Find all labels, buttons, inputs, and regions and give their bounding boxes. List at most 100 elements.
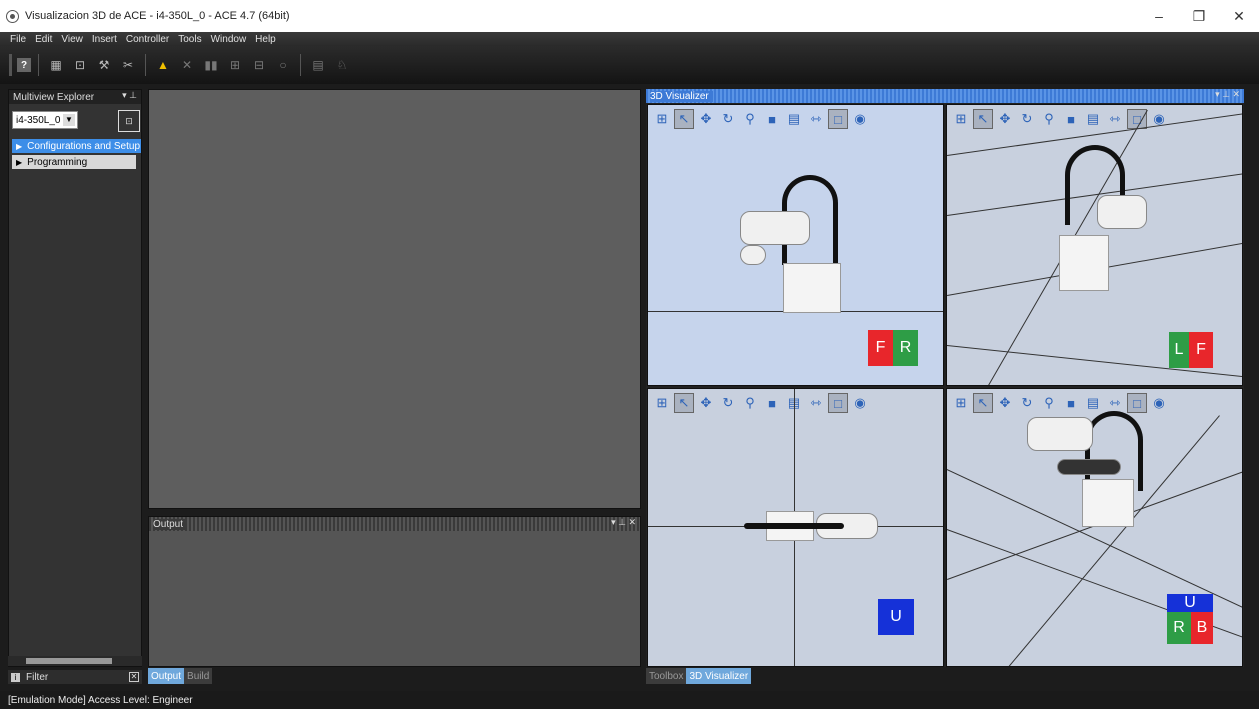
- frame-icon[interactable]: □: [828, 393, 848, 413]
- minimize-button[interactable]: –: [1139, 0, 1179, 32]
- toolbar-separator: [145, 54, 146, 76]
- title-bar: Visualizacion 3D de ACE - i4-350L_0 - AC…: [0, 0, 1259, 32]
- chevron-down-icon[interactable]: ▼: [63, 114, 75, 126]
- pan-icon[interactable]: ✥: [696, 109, 716, 129]
- select-pointer-icon[interactable]: ↖: [973, 109, 993, 129]
- robot-icon[interactable]: ♘: [332, 55, 352, 75]
- properties-icon[interactable]: ▤: [1083, 393, 1103, 413]
- 3d-view-icon[interactable]: ▦: [46, 55, 66, 75]
- camera-icon[interactable]: ◉: [850, 109, 870, 129]
- multiview-explorer-panel: Multiview Explorer ▾ ⊥ i4-350L_0 ▼ ⊡ ▶ C…: [8, 89, 142, 667]
- explorer-pin-controls[interactable]: ▾ ⊥: [122, 90, 137, 101]
- frame-icon[interactable]: □: [1127, 393, 1147, 413]
- menu-tools[interactable]: Tools: [178, 34, 201, 45]
- view-cube[interactable]: U: [878, 599, 914, 635]
- sync-icon[interactable]: ○: [273, 55, 293, 75]
- tree-item-programming[interactable]: ▶ Programming: [12, 155, 136, 169]
- cube-view-icon[interactable]: ■: [1061, 109, 1081, 129]
- robot-arm: [1097, 195, 1147, 229]
- cube-face: B: [1191, 612, 1213, 644]
- measure-icon[interactable]: ⇿: [806, 393, 826, 413]
- rotate-icon[interactable]: ↻: [1017, 393, 1037, 413]
- robot-arm-link: [1057, 459, 1121, 475]
- viewport-front[interactable]: ⊞ ↖ ✥ ↻ ⚲ ■ ▤ ⇿ □ ◉ F R: [647, 104, 944, 386]
- restore-button[interactable]: ❐: [1179, 0, 1219, 32]
- menu-window[interactable]: Window: [211, 34, 247, 45]
- view-cube[interactable]: L F: [1169, 332, 1213, 368]
- scrollbar-thumb[interactable]: [26, 658, 112, 664]
- tab-3d-visualizer[interactable]: 3D Visualizer: [686, 668, 752, 684]
- zoom-icon[interactable]: ⚲: [740, 109, 760, 129]
- cube-face: F: [868, 330, 893, 366]
- measure-icon[interactable]: ⇿: [806, 109, 826, 129]
- status-text: [Emulation Mode] Access Level: Engineer: [8, 694, 193, 706]
- warning-icon[interactable]: ▲: [153, 55, 173, 75]
- menu-controller[interactable]: Controller: [126, 34, 169, 45]
- pan-icon[interactable]: ✥: [995, 393, 1015, 413]
- cube-view-icon[interactable]: ■: [762, 109, 782, 129]
- measure-icon[interactable]: ⇿: [1105, 109, 1125, 129]
- explorer-horizontal-scrollbar[interactable]: [8, 656, 142, 666]
- viewport-toolbar: ⊞ ↖ ✥ ↻ ⚲ ■ ▤ ⇿ □ ◉: [951, 393, 1169, 413]
- measure-icon[interactable]: ⇿: [1105, 393, 1125, 413]
- visualizer-pin-controls[interactable]: ▾ ⊥ ✕: [1215, 89, 1240, 100]
- window-layout-icon[interactable]: ⊡: [70, 55, 90, 75]
- layout-grid-icon[interactable]: ⊞: [652, 109, 672, 129]
- tools-icon[interactable]: ✂: [118, 55, 138, 75]
- pan-icon[interactable]: ✥: [696, 393, 716, 413]
- disabled-tool-icon[interactable]: ✕: [177, 55, 197, 75]
- viewport-iso-left[interactable]: ⊞ ↖ ✥ ↻ ⚲ ■ ▤ ⇿ □ ◉ L F: [946, 104, 1243, 386]
- device-select[interactable]: i4-350L_0 ▼: [12, 111, 78, 129]
- rotate-icon[interactable]: ↻: [718, 393, 738, 413]
- explorer-filter-bar[interactable]: i Filter ✕: [8, 670, 142, 684]
- select-pointer-icon[interactable]: ↖: [674, 109, 694, 129]
- viewport-toolbar: ⊞ ↖ ✥ ↻ ⚲ ■ ▤ ⇿ □ ◉: [652, 393, 870, 413]
- toolbar-grip[interactable]: [9, 54, 12, 76]
- close-button[interactable]: ✕: [1219, 0, 1259, 32]
- layout-grid-icon[interactable]: ⊞: [951, 393, 971, 413]
- select-pointer-icon[interactable]: ↖: [973, 393, 993, 413]
- menu-file[interactable]: File: [10, 34, 26, 45]
- menu-help[interactable]: Help: [255, 34, 276, 45]
- cube-view-icon[interactable]: ■: [762, 393, 782, 413]
- menu-edit[interactable]: Edit: [35, 34, 52, 45]
- viewport-iso-right[interactable]: ⊞ ↖ ✥ ↻ ⚲ ■ ▤ ⇿ □ ◉ U R B: [946, 388, 1243, 667]
- select-pointer-icon[interactable]: ↖: [674, 393, 694, 413]
- zoom-icon[interactable]: ⚲: [1039, 109, 1059, 129]
- tree-item-configurations[interactable]: ▶ Configurations and Setup: [12, 139, 141, 153]
- output-pin-controls[interactable]: ▾ ⊥ ✕: [611, 517, 636, 528]
- rotate-icon[interactable]: ↻: [1017, 109, 1037, 129]
- properties-icon[interactable]: ▤: [784, 109, 804, 129]
- properties-icon[interactable]: ▤: [1083, 109, 1103, 129]
- pan-icon[interactable]: ✥: [995, 109, 1015, 129]
- pause-icon[interactable]: ▮▮: [201, 55, 221, 75]
- filter-clear-icon[interactable]: ✕: [129, 672, 139, 682]
- monitor-icon[interactable]: ▤: [308, 55, 328, 75]
- main-toolbar: ? ▦ ⊡ ⚒ ✂ ▲ ✕ ▮▮ ⊞ ⊟ ○ ▤ ♘: [0, 46, 1259, 84]
- rotate-icon[interactable]: ↻: [718, 109, 738, 129]
- menu-view[interactable]: View: [61, 34, 83, 45]
- build-hammer-icon[interactable]: ⚒: [94, 55, 114, 75]
- tab-toolbox[interactable]: Toolbox: [646, 668, 687, 684]
- layout-grid-icon[interactable]: ⊞: [951, 109, 971, 129]
- camera-icon[interactable]: ◉: [850, 393, 870, 413]
- expand-arrow-icon[interactable]: ▶: [16, 142, 22, 151]
- help-icon[interactable]: ?: [17, 58, 31, 72]
- tab-output[interactable]: Output: [148, 668, 185, 684]
- camera-icon[interactable]: ◉: [1149, 393, 1169, 413]
- menu-bar: File Edit View Insert Controller Tools W…: [0, 32, 1259, 46]
- frame-icon[interactable]: □: [828, 109, 848, 129]
- viewport-top[interactable]: ⊞ ↖ ✥ ↻ ⚲ ■ ▤ ⇿ □ ◉ U: [647, 388, 944, 667]
- menu-insert[interactable]: Insert: [92, 34, 117, 45]
- expand-arrow-icon[interactable]: ▶: [16, 158, 22, 167]
- cube-view-icon[interactable]: ■: [1061, 393, 1081, 413]
- zoom-icon[interactable]: ⚲: [740, 393, 760, 413]
- tab-build[interactable]: Build: [184, 668, 213, 684]
- controller-device-icon[interactable]: ⊡: [118, 110, 140, 132]
- disconnect-icon[interactable]: ⊟: [249, 55, 269, 75]
- view-cube[interactable]: F R: [868, 330, 918, 366]
- view-cube[interactable]: U R B: [1167, 594, 1213, 644]
- zoom-icon[interactable]: ⚲: [1039, 393, 1059, 413]
- connect-icon[interactable]: ⊞: [225, 55, 245, 75]
- layout-grid-icon[interactable]: ⊞: [652, 393, 672, 413]
